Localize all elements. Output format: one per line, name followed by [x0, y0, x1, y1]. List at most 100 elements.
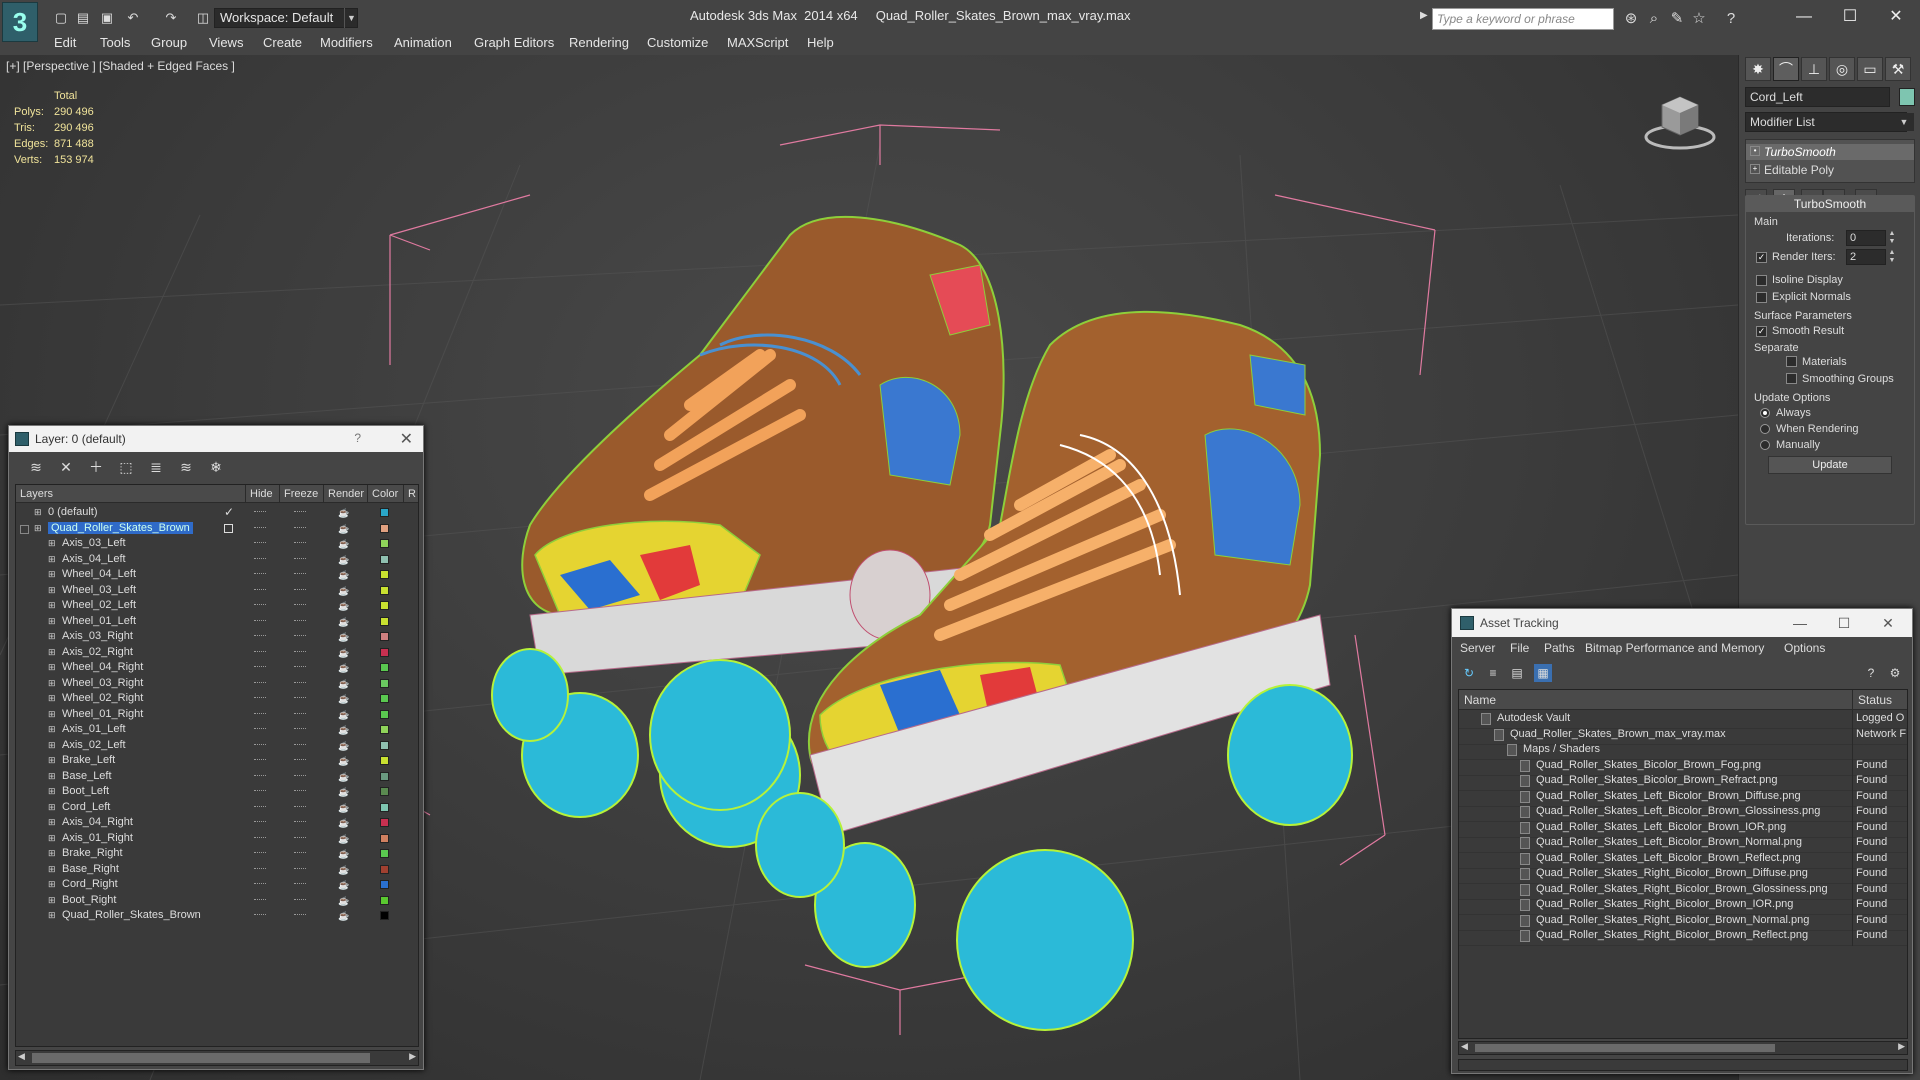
- hide-toggle[interactable]: [254, 790, 266, 793]
- search-icon[interactable]: ⌕: [1643, 8, 1665, 30]
- render-teapot-icon[interactable]: ☕: [338, 570, 349, 580]
- render-teapot-icon[interactable]: ☕: [338, 555, 349, 565]
- col-status[interactable]: Status: [1853, 690, 1907, 710]
- render-iters-spinner[interactable]: 2: [1846, 249, 1886, 265]
- hide-toggle[interactable]: [254, 526, 266, 530]
- explicit-normals-checkbox[interactable]: [1756, 292, 1767, 303]
- list-view-icon[interactable]: ≡: [1484, 664, 1502, 682]
- hierarchy-tab-icon[interactable]: ⊥: [1801, 57, 1827, 81]
- col-layers[interactable]: Layers: [16, 485, 246, 503]
- display-tab-icon[interactable]: ▭: [1857, 57, 1883, 81]
- col-name[interactable]: Name: [1459, 690, 1853, 710]
- render-teapot-icon[interactable]: ☕: [338, 617, 349, 627]
- asset-name[interactable]: Quad_Roller_Skates_Right_Bicolor_Brown_I…: [1536, 898, 1793, 910]
- layer-name[interactable]: Wheel_03_Right: [62, 677, 143, 689]
- layer-name[interactable]: Brake_Right: [62, 847, 123, 859]
- layer-name[interactable]: Axis_02_Left: [62, 739, 126, 751]
- freeze-toggle[interactable]: [294, 790, 306, 793]
- layer-name[interactable]: Wheel_03_Left: [62, 584, 136, 596]
- menu-server[interactable]: Server: [1460, 641, 1495, 655]
- asset-name[interactable]: Quad_Roller_Skates_Left_Bicolor_Brown_No…: [1536, 836, 1802, 848]
- layer-color-swatch[interactable]: [380, 880, 389, 889]
- layer-color-swatch[interactable]: [380, 771, 389, 781]
- workspace-dropdown[interactable]: Workspace: Default: [214, 8, 358, 28]
- object-name-field[interactable]: Cord_Left: [1745, 87, 1890, 107]
- scroll-right-icon[interactable]: ▶: [409, 1051, 416, 1062]
- freeze-all-icon[interactable]: ❄: [205, 456, 227, 478]
- layer-name[interactable]: Base_Right: [62, 863, 119, 875]
- help-icon[interactable]: ?: [1720, 8, 1742, 30]
- freeze-toggle[interactable]: [294, 697, 306, 700]
- layer-color-swatch[interactable]: [380, 554, 389, 564]
- asset-name[interactable]: Quad_Roller_Skates_Right_Bicolor_Brown_N…: [1536, 914, 1809, 926]
- freeze-toggle[interactable]: [294, 759, 306, 762]
- col-render[interactable]: Render: [324, 485, 368, 503]
- hide-toggle[interactable]: [254, 867, 266, 871]
- layer-color-swatch[interactable]: [380, 740, 389, 750]
- render-teapot-icon[interactable]: ☕: [338, 741, 349, 751]
- asset-name[interactable]: Quad_Roller_Skates_Left_Bicolor_Brown_Di…: [1536, 790, 1801, 802]
- layer-name[interactable]: Axis_01_Left: [62, 723, 126, 735]
- layer-color-swatch[interactable]: [380, 802, 389, 812]
- layer-name[interactable]: Wheel_04_Right: [62, 661, 143, 673]
- spinner-arrows-icon[interactable]: ▲ ▼: [1888, 249, 1896, 265]
- menu-rendering[interactable]: Rendering: [569, 35, 629, 50]
- render-teapot-icon[interactable]: ☕: [338, 663, 349, 673]
- layer-name[interactable]: Brake_Left: [62, 754, 115, 766]
- layer-color-swatch[interactable]: [380, 585, 389, 595]
- hide-toggle[interactable]: [254, 604, 266, 607]
- layer-color-swatch[interactable]: [380, 849, 389, 858]
- stack-item-editable-poly[interactable]: + Editable Poly: [1746, 162, 1914, 178]
- hide-toggle[interactable]: [254, 619, 266, 623]
- layer-color-swatch[interactable]: [380, 647, 389, 657]
- chevron-down-icon[interactable]: ▼: [344, 8, 358, 28]
- hide-toggle[interactable]: [254, 821, 266, 824]
- asset-row[interactable]: Quad_Roller_Skates_Right_Bicolor_Brown_R…: [1459, 927, 1907, 946]
- layer-color-swatch[interactable]: [380, 678, 389, 688]
- freeze-toggle[interactable]: [294, 712, 306, 716]
- hide-toggle[interactable]: [254, 650, 266, 654]
- menu-group[interactable]: Group: [151, 35, 187, 50]
- always-radio[interactable]: [1760, 408, 1770, 418]
- context-help-icon[interactable]: ⚙: [1886, 664, 1904, 682]
- freeze-toggle[interactable]: [294, 883, 306, 886]
- hide-toggle[interactable]: [254, 743, 266, 747]
- render-teapot-icon[interactable]: ☕: [338, 896, 349, 906]
- stack-item-turbosmooth[interactable]: • TurboSmooth: [1746, 144, 1914, 160]
- layers-icon[interactable]: ≋: [25, 456, 47, 478]
- layer-color-swatch[interactable]: [380, 523, 389, 533]
- delete-layer-icon[interactable]: ✕: [55, 456, 77, 478]
- freeze-toggle[interactable]: [294, 619, 306, 623]
- layer-name[interactable]: Cord_Right: [62, 878, 118, 890]
- render-teapot-icon[interactable]: ☕: [338, 834, 349, 844]
- asset-name[interactable]: Quad_Roller_Skates_Right_Bicolor_Brown_R…: [1536, 929, 1808, 941]
- render-teapot-icon[interactable]: ☕: [338, 694, 349, 704]
- menu-file[interactable]: File: [1510, 641, 1529, 655]
- isoline-checkbox[interactable]: [1756, 275, 1767, 286]
- layer-color-swatch[interactable]: [380, 508, 389, 517]
- layer-color-swatch[interactable]: [380, 694, 389, 703]
- maximize-button[interactable]: ☐: [1828, 4, 1872, 30]
- rollout-title[interactable]: TurboSmooth: [1746, 196, 1914, 212]
- layer-name[interactable]: Axis_03_Left: [62, 537, 126, 549]
- col-freeze[interactable]: Freeze: [280, 485, 324, 503]
- minimize-button[interactable]: —: [1780, 613, 1820, 633]
- smooth-result-checkbox[interactable]: ✓: [1756, 326, 1767, 337]
- render-teapot-icon[interactable]: ☕: [338, 508, 349, 518]
- asset-name[interactable]: Quad_Roller_Skates_Left_Bicolor_Brown_Re…: [1536, 852, 1801, 864]
- menu-edit[interactable]: Edit: [54, 35, 76, 50]
- render-teapot-icon[interactable]: ☕: [338, 648, 349, 658]
- bulb-icon[interactable]: •: [1750, 146, 1760, 156]
- render-teapot-icon[interactable]: ☕: [338, 849, 349, 859]
- col-radiosity[interactable]: R: [404, 485, 418, 503]
- communication-icon[interactable]: ✎: [1666, 8, 1688, 30]
- refresh-icon[interactable]: ↻: [1460, 664, 1478, 682]
- hide-all-icon[interactable]: ≋: [175, 456, 197, 478]
- freeze-toggle[interactable]: [294, 666, 306, 669]
- layer-color-swatch[interactable]: [380, 709, 389, 719]
- layer-color-swatch[interactable]: [380, 818, 389, 827]
- grid-view-icon[interactable]: ▦: [1534, 664, 1552, 682]
- scroll-left-icon[interactable]: ◀: [18, 1051, 25, 1062]
- render-teapot-icon[interactable]: ☕: [338, 865, 349, 875]
- asset-name[interactable]: Quad_Roller_Skates_Bicolor_Brown_Refract…: [1536, 774, 1778, 786]
